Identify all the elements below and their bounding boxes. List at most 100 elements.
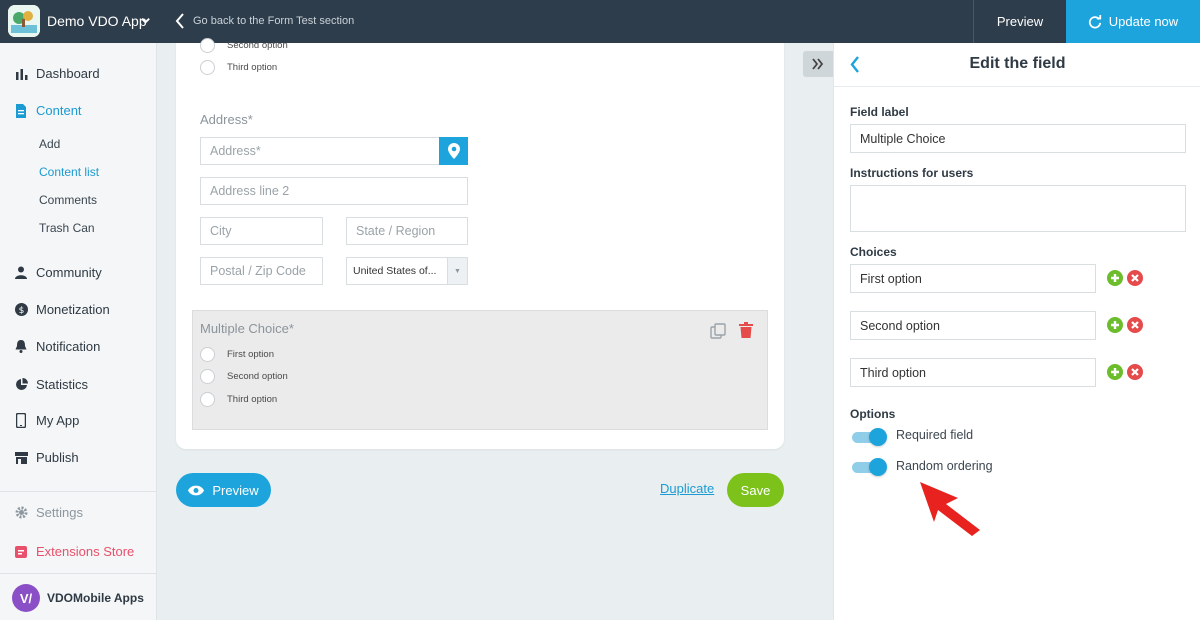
topbar-preview-button[interactable]: Preview	[973, 0, 1066, 43]
bell-icon	[14, 340, 28, 354]
radio-label: Third option	[227, 394, 278, 405]
remove-choice-icon[interactable]	[1127, 317, 1143, 333]
edit-field-panel: Edit the field Field label Multiple Choi…	[833, 43, 1200, 620]
instructions-heading: Instructions for users	[850, 166, 974, 180]
radio-button[interactable]	[200, 38, 215, 53]
store-icon	[14, 451, 28, 465]
sidebar-item-publish[interactable]: Publish	[14, 450, 79, 465]
required-field-toggle[interactable]	[852, 428, 887, 446]
save-button[interactable]: Save	[727, 473, 784, 507]
double-chevron-right-icon	[812, 58, 824, 70]
city-input[interactable]: City	[200, 217, 323, 245]
preview-button[interactable]: Preview	[176, 473, 271, 507]
field-label-input[interactable]: Multiple Choice	[850, 124, 1186, 153]
choice-input[interactable]: First option	[850, 264, 1096, 293]
app-logo[interactable]	[8, 5, 40, 37]
back-to-section-link[interactable]: Go back to the Form Test section	[175, 12, 354, 30]
country-select[interactable]: United States of... ▼	[346, 257, 468, 285]
sidebar-item-settings[interactable]: Settings	[14, 505, 83, 520]
app-name[interactable]: Demo VDO App	[47, 13, 147, 29]
dollar-icon: $	[14, 303, 28, 317]
sidebar-item-label: Publish	[36, 450, 79, 465]
sidebar-item-label: Notification	[36, 339, 101, 354]
mc-option[interactable]: Second option	[200, 369, 288, 384]
duplicate-field-icon[interactable]	[710, 323, 726, 342]
sidebar-item-label: Content	[36, 103, 82, 118]
toggle-knob	[869, 428, 887, 446]
chevron-down-icon[interactable]	[140, 14, 151, 29]
choice-input[interactable]: Second option	[850, 311, 1096, 340]
sidebar-sub-comments[interactable]: Comments	[39, 193, 97, 207]
radio-option[interactable]: Third option	[200, 60, 277, 75]
sidebar-sub-content-list[interactable]: Content list	[39, 165, 99, 179]
zip-placeholder: Postal / Zip Code	[210, 264, 306, 278]
add-choice-icon[interactable]	[1107, 364, 1123, 380]
address-input[interactable]: Address*	[200, 137, 440, 165]
update-now-button[interactable]: Update now	[1066, 0, 1200, 43]
sidebar-item-content[interactable]: Content	[14, 103, 82, 118]
radio-label: Second option	[227, 40, 288, 51]
radio-label: Second option	[227, 371, 288, 382]
field-label-heading: Field label	[850, 105, 909, 119]
address-line2-placeholder: Address line 2	[210, 184, 290, 198]
sidebar-item-community[interactable]: Community	[14, 265, 102, 280]
address-placeholder: Address*	[210, 144, 261, 158]
eye-icon	[188, 485, 205, 495]
sidebar-item-label: My App	[36, 413, 80, 428]
remove-choice-icon[interactable]	[1127, 364, 1143, 380]
instructions-textarea[interactable]	[850, 185, 1186, 232]
mc-option[interactable]: Third option	[200, 392, 277, 407]
chevron-left-icon[interactable]	[850, 56, 860, 76]
sidebar-item-monetization[interactable]: $ Monetization	[14, 302, 110, 317]
avatar[interactable]: V/	[12, 584, 40, 612]
extension-icon	[14, 545, 28, 559]
state-input[interactable]: State / Region	[346, 217, 468, 245]
panel-title: Edit the field	[969, 55, 1066, 72]
add-choice-icon[interactable]	[1107, 317, 1123, 333]
phone-icon	[14, 413, 28, 428]
sidebar-item-extensions-store[interactable]: Extensions Store	[14, 544, 134, 559]
field-label-value: Multiple Choice	[860, 131, 946, 146]
toggle-knob	[869, 458, 887, 476]
sidebar	[0, 43, 157, 620]
sidebar-divider	[0, 491, 156, 492]
zip-input[interactable]: Postal / Zip Code	[200, 257, 323, 285]
radio-option[interactable]: Second option	[200, 38, 288, 53]
address-line2-input[interactable]: Address line 2	[200, 177, 468, 205]
choice-value: Second option	[860, 318, 940, 333]
sidebar-item-statistics[interactable]: Statistics	[14, 377, 88, 392]
radio-button[interactable]	[200, 347, 215, 362]
duplicate-link[interactable]: Duplicate	[660, 481, 714, 496]
radio-button[interactable]	[200, 60, 215, 75]
preview-button-label: Preview	[212, 482, 259, 498]
sidebar-item-notification[interactable]: Notification	[14, 339, 100, 354]
random-ordering-toggle[interactable]	[852, 458, 887, 476]
radio-button[interactable]	[200, 369, 215, 384]
pie-chart-icon	[14, 378, 28, 392]
red-arrow-annotation	[920, 482, 980, 536]
trash-icon[interactable]	[739, 322, 753, 341]
country-value: United States of...	[353, 265, 437, 277]
sidebar-item-dashboard[interactable]: Dashboard	[14, 66, 100, 81]
back-link-label: Go back to the Form Test section	[193, 15, 355, 27]
sidebar-item-label: Settings	[36, 505, 83, 520]
top-bar: Demo VDO App Go back to the Form Test se…	[0, 0, 1200, 43]
panel-header: Edit the field	[834, 43, 1200, 87]
document-icon	[14, 103, 28, 118]
org-name[interactable]: VDOMobile Apps	[47, 591, 144, 605]
mc-option[interactable]: First option	[200, 347, 274, 362]
radio-button[interactable]	[200, 392, 215, 407]
multiple-choice-label: Multiple Choice*	[200, 321, 294, 336]
sidebar-sub-trash-can[interactable]: Trash Can	[39, 221, 95, 235]
add-choice-icon[interactable]	[1107, 270, 1123, 286]
sidebar-divider	[0, 573, 156, 574]
save-button-label: Save	[740, 482, 771, 498]
choices-heading: Choices	[850, 245, 897, 259]
map-pin-button[interactable]	[439, 137, 468, 165]
collapse-panel-button[interactable]	[803, 51, 833, 77]
sidebar-item-my-app[interactable]: My App	[14, 413, 79, 428]
choice-value: First option	[860, 271, 922, 286]
sidebar-sub-add[interactable]: Add	[39, 137, 60, 151]
remove-choice-icon[interactable]	[1127, 270, 1143, 286]
choice-input[interactable]: Third option	[850, 358, 1096, 387]
